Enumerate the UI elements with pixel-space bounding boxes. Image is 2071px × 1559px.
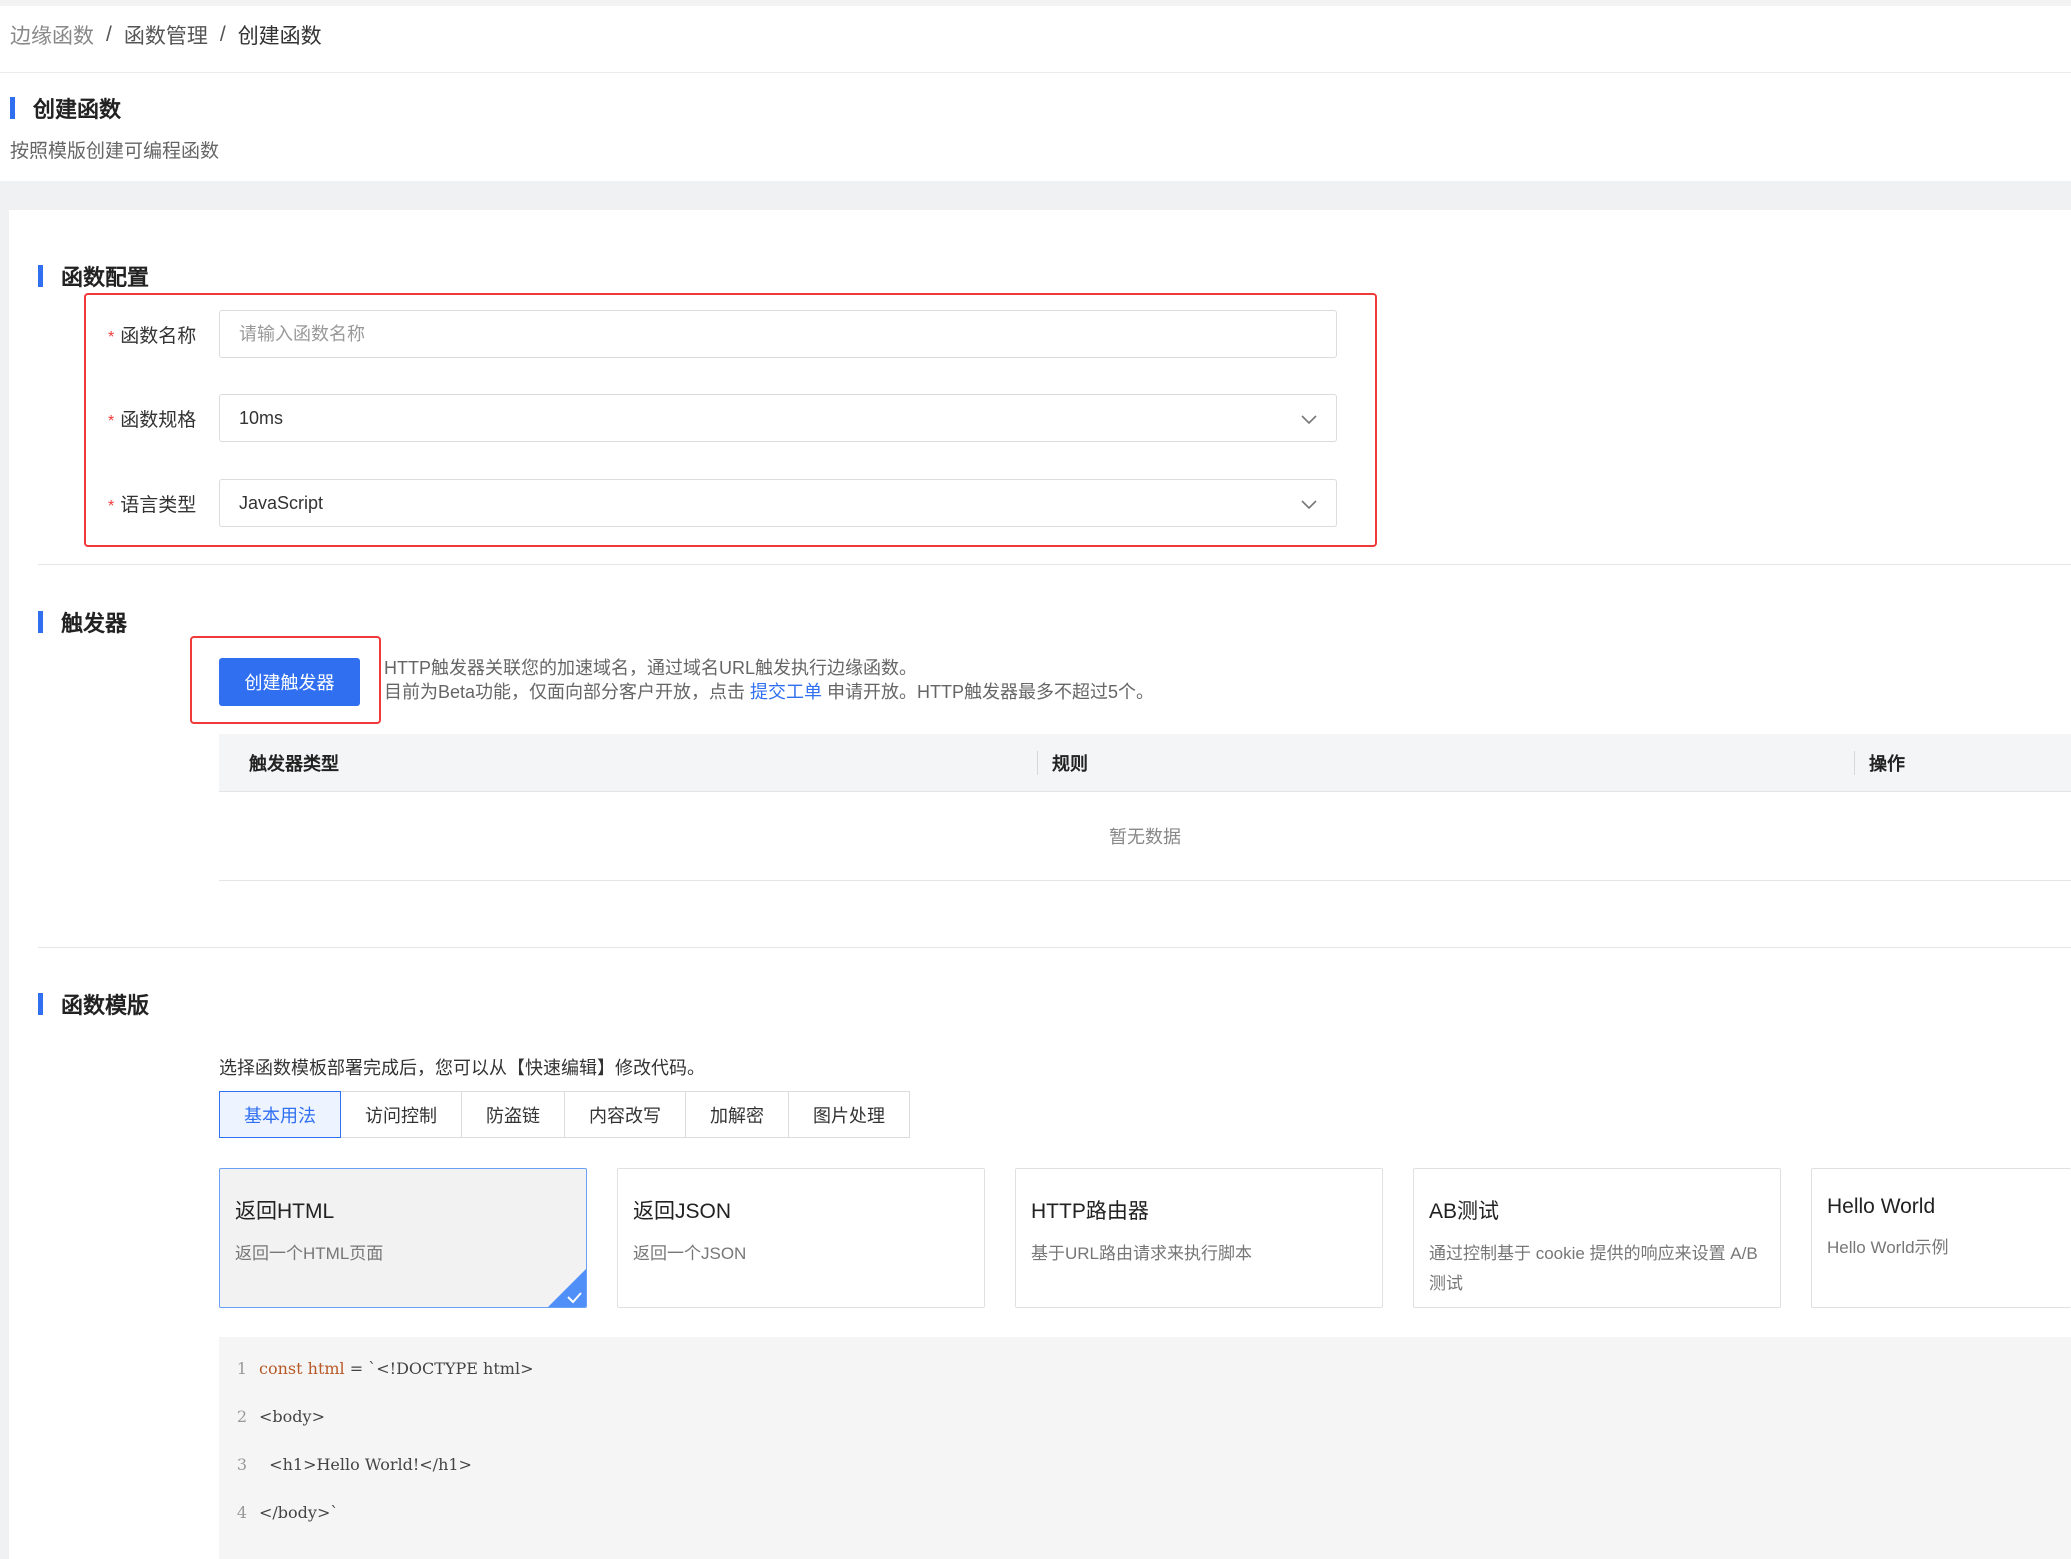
breadcrumb: 边缘函数 / 函数管理 / 创建函数 [10,20,322,50]
page-title: 创建函数 [33,97,122,122]
tab-content-rewrite[interactable]: 内容改写 [564,1091,686,1138]
section-divider [38,947,2071,948]
template-card-desc: 返回一个HTML页面 [235,1244,384,1263]
template-card-desc: 通过控制基于 cookie 提供的响应来设置 A/B 测试 [1429,1244,1758,1293]
top-strip [0,0,2071,6]
function-spec-label: * 函数规格 [108,405,220,432]
column-separator [1037,751,1038,775]
section-accent-bar [38,611,43,633]
section-config-label: 函数配置 [61,265,150,290]
section-accent-bar [38,993,43,1015]
section-templates-label: 函数模版 [61,993,150,1018]
breadcrumb-separator: / [219,23,226,46]
code-text: <h1>Hello World!</h1> [259,1455,472,1474]
template-card-title: 返回JSON [633,1200,732,1223]
function-name-row: * 函数名称 [108,310,220,358]
template-card-return-html[interactable]: 返回HTML 返回一个HTML页面 [219,1168,587,1308]
breadcrumb-create-function: 创建函数 [237,25,322,48]
code-line: 4 </body>` [219,1503,2071,1551]
code-text: = `<!DOCTYPE html> [344,1359,534,1378]
template-card-ab-test[interactable]: AB测试 通过控制基于 cookie 提供的响应来设置 A/B 测试 [1413,1168,1781,1308]
code-text: </body>` [259,1503,339,1522]
title-accent-bar [10,97,15,119]
tab-image-processing[interactable]: 图片处理 [788,1091,910,1138]
function-name-input[interactable] [239,311,1336,357]
content-left-gutter [0,210,9,1559]
line-number: 2 [236,1407,247,1426]
section-accent-bar [38,265,43,287]
required-mark: * [108,412,115,430]
column-rule: 规则 [1052,754,1088,774]
column-actions: 操作 [1869,754,1905,774]
selected-check-icon [548,1269,586,1307]
function-name-label: * 函数名称 [108,321,220,348]
trigger-table-header: 触发器类型 规则 操作 [219,734,2071,792]
column-trigger-type: 触发器类型 [249,754,339,774]
trigger-desc-line2: 目前为Beta功能，仅面向部分客户开放，点击 提交工单 申请开放。HTTP触发器… [384,680,1154,704]
line-number: 1 [236,1359,247,1378]
section-divider [38,564,2071,565]
section-templates-title: 函数模版 [38,988,149,1020]
template-tabs: 基本用法 访问控制 防盗链 内容改写 加解密 图片处理 [219,1091,910,1138]
content-gap [0,181,2071,210]
language-type-label: * 语言类型 [108,490,220,517]
language-type-label-text: 语言类型 [120,494,197,516]
code-variable: html [307,1359,345,1378]
breadcrumb-function-management[interactable]: 函数管理 [124,20,208,50]
breadcrumb-separator: / [106,23,112,46]
section-config-title: 函数配置 [38,260,149,292]
template-card-http-router[interactable]: HTTP路由器 基于URL路由请求来执行脚本 [1015,1168,1383,1308]
templates-hint: 选择函数模板部署完成后，您可以从【快速编辑】修改代码。 [219,1058,705,1078]
template-card-desc: 基于URL路由请求来执行脚本 [1031,1244,1253,1263]
tab-encryption[interactable]: 加解密 [685,1091,789,1138]
column-separator [1854,751,1855,775]
language-type-value: JavaScript [239,492,324,513]
code-text: <body> [259,1407,325,1426]
breadcrumb-edge-functions[interactable]: 边缘函数 [10,20,94,50]
function-name-label-text: 函数名称 [120,325,197,347]
template-card-title: HTTP路由器 [1031,1200,1149,1223]
required-mark: * [108,328,115,346]
create-trigger-button[interactable]: 创建触发器 [219,658,360,706]
tab-basic-usage[interactable]: 基本用法 [219,1091,341,1138]
template-card-title: 返回HTML [235,1200,335,1223]
trigger-desc-suffix: 申请开放。HTTP触发器最多不超过5个。 [822,682,1155,702]
code-line: 2 <body> [219,1407,2071,1455]
template-card-title: Hello World [1827,1195,1936,1218]
line-number: 3 [236,1455,247,1474]
submit-ticket-link[interactable]: 提交工单 [750,682,822,702]
template-card-title: AB测试 [1429,1200,1500,1223]
template-card-return-json[interactable]: 返回JSON 返回一个JSON [617,1168,985,1308]
header-divider [0,72,2071,73]
trigger-desc-line1: HTTP触发器关联您的加速域名，通过域名URL触发执行边缘函数。 [384,658,918,678]
template-card-desc: 返回一个JSON [633,1244,747,1263]
required-mark: * [108,497,115,515]
template-card-desc: Hello World示例 [1827,1238,1949,1257]
chevron-down-icon [1301,415,1317,425]
code-keyword: const [259,1359,303,1378]
function-spec-row: * 函数规格 [108,394,220,442]
code-line: 1 const html = `<!DOCTYPE html> [219,1359,2071,1407]
tab-access-control[interactable]: 访问控制 [340,1091,462,1138]
section-trigger-label: 触发器 [61,611,128,636]
template-card-hello-world[interactable]: Hello World Hello World示例 [1811,1168,2071,1308]
language-type-select[interactable]: JavaScript [219,479,1337,527]
section-trigger-title: 触发器 [38,606,127,638]
function-name-field[interactable] [219,310,1337,358]
line-number: 4 [236,1503,247,1522]
function-spec-select[interactable]: 10ms [219,394,1337,442]
code-preview[interactable]: 1 const html = `<!DOCTYPE html> 2 <body>… [219,1337,2071,1559]
page-header: 创建函数 [10,92,121,124]
tab-anti-leech[interactable]: 防盗链 [461,1091,565,1138]
trigger-description: HTTP触发器关联您的加速域名，通过域名URL触发执行边缘函数。 目前为Beta… [384,656,1154,704]
function-spec-value: 10ms [239,407,284,428]
language-type-row: * 语言类型 [108,479,220,527]
trigger-table-empty: 暂无数据 [219,792,2071,881]
chevron-down-icon [1301,500,1317,510]
trigger-desc-prefix: 目前为Beta功能，仅面向部分客户开放，点击 [384,682,751,702]
code-line: 3 <h1>Hello World!</h1> [219,1455,2071,1503]
function-spec-label-text: 函数规格 [120,409,197,431]
page-subtitle: 按照模版创建可编程函数 [10,141,220,162]
